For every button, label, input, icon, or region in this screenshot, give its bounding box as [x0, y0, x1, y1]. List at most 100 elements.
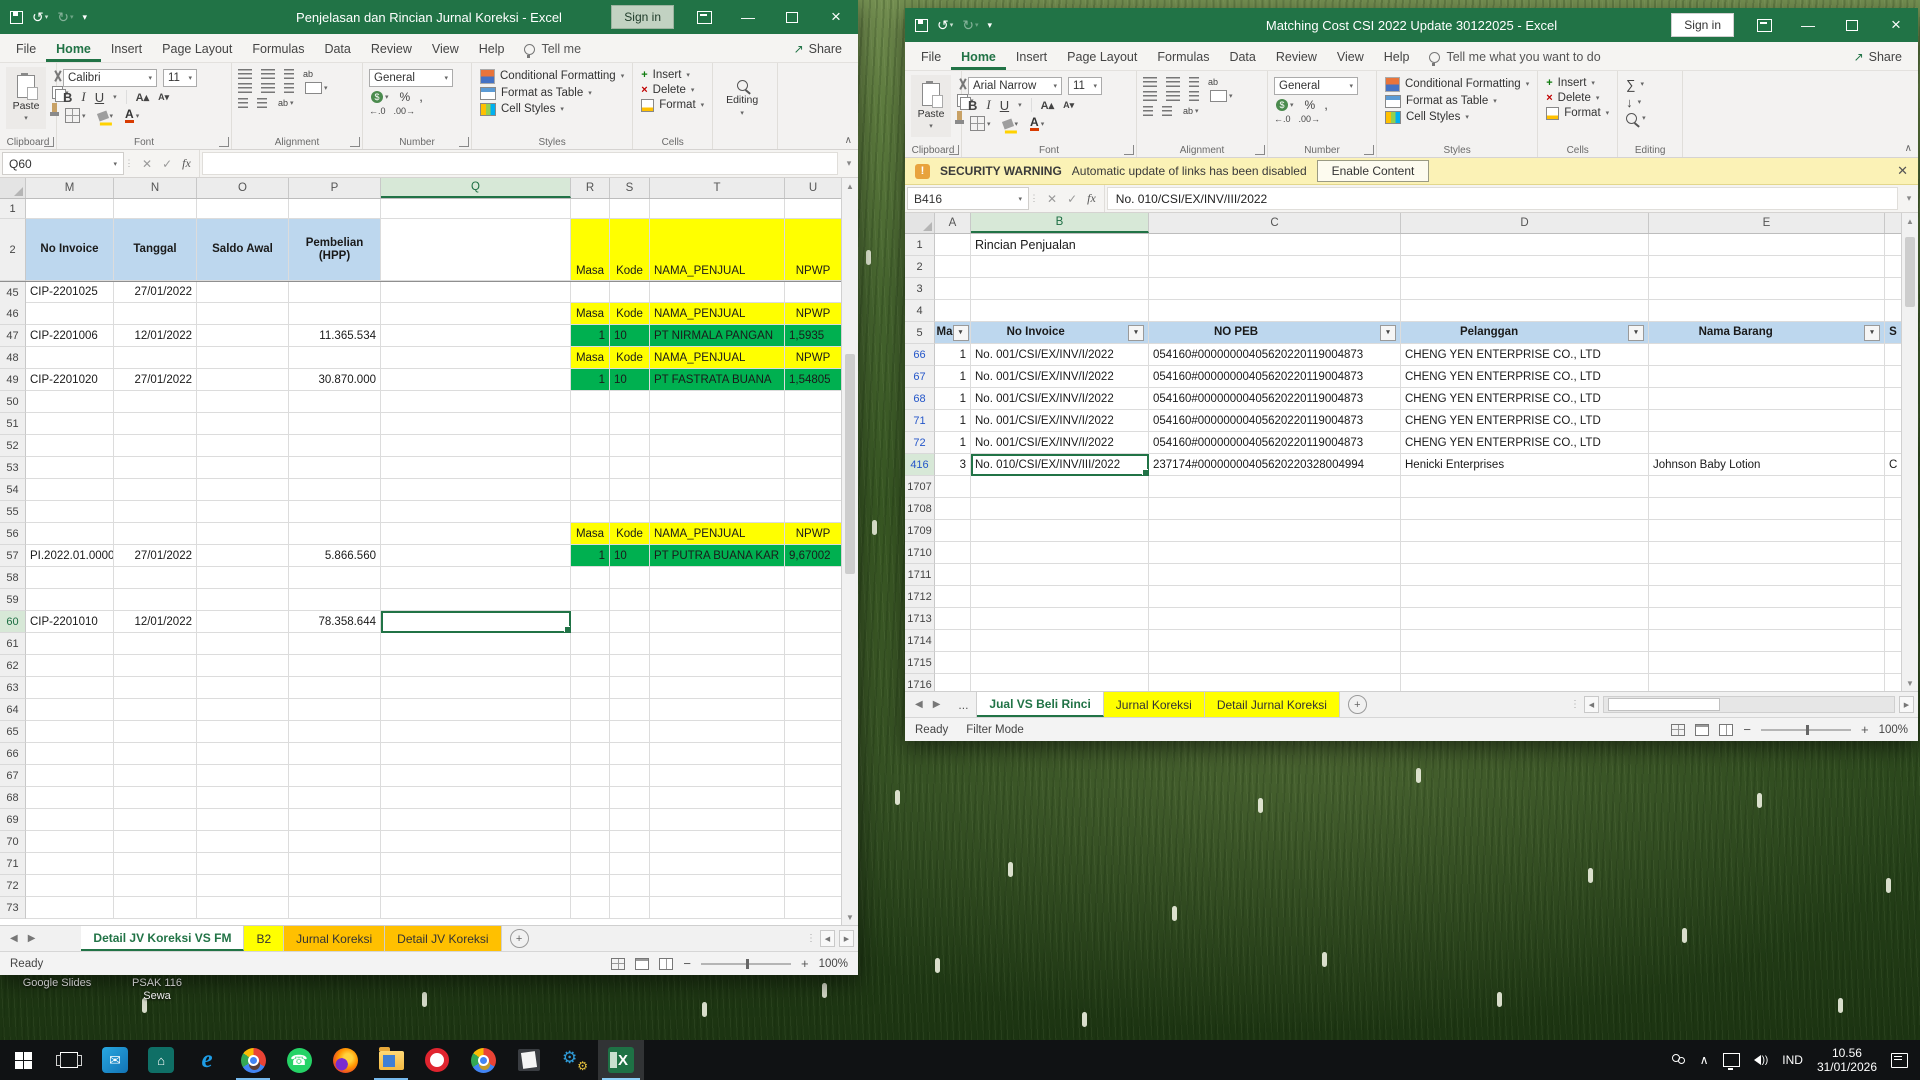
column-header-T[interactable]: T	[650, 178, 785, 198]
row-header-66[interactable]: 66	[0, 743, 26, 765]
zoom-level[interactable]: 100%	[819, 958, 848, 970]
cell[interactable]	[1149, 234, 1401, 256]
taskbar-file-explorer-icon[interactable]	[368, 1040, 414, 1080]
row-header-1[interactable]: 1	[905, 234, 935, 256]
sheet-tab-jurnal-koreksi[interactable]: Jurnal Koreksi	[1103, 692, 1205, 717]
cell[interactable]	[650, 831, 785, 853]
cell[interactable]: CHENG YEN ENTERPRISE CO., LTD	[1401, 388, 1649, 410]
cell[interactable]: 1	[571, 545, 610, 567]
tab-review[interactable]: Review	[1266, 45, 1327, 70]
cell[interactable]	[1401, 256, 1649, 278]
cell[interactable]: C	[1885, 454, 1901, 476]
italic-button[interactable]: I	[81, 89, 85, 105]
undo-button[interactable]: ↺ ▾	[32, 9, 48, 26]
cell[interactable]	[650, 413, 785, 435]
cell[interactable]: Masa	[571, 303, 610, 325]
cell[interactable]	[785, 457, 841, 479]
cell[interactable]	[610, 501, 650, 523]
cell[interactable]	[1401, 234, 1649, 256]
align-right-icon[interactable]	[284, 83, 294, 93]
cell[interactable]	[289, 303, 381, 325]
cell[interactable]: 1	[571, 325, 610, 347]
cell[interactable]	[571, 765, 610, 787]
cell[interactable]	[650, 875, 785, 897]
font-dialog-launcher-icon[interactable]	[219, 137, 229, 147]
cell[interactable]	[785, 479, 841, 501]
cell[interactable]	[197, 787, 289, 809]
cell[interactable]	[935, 256, 971, 278]
taskbar-chrome-alt-icon[interactable]	[460, 1040, 506, 1080]
row-header-60[interactable]: 60	[0, 611, 26, 633]
row-header-1[interactable]: 1	[0, 199, 26, 219]
cell[interactable]	[289, 523, 381, 545]
cell[interactable]: Tanggal	[114, 219, 197, 281]
cell[interactable]	[197, 501, 289, 523]
cell[interactable]	[381, 325, 571, 347]
tab-formulas[interactable]: Formulas	[242, 37, 314, 62]
conditional-formatting-button[interactable]: Conditional Formatting ▾	[478, 67, 626, 85]
cell[interactable]: 10	[610, 545, 650, 567]
column-header-D[interactable]: D	[1401, 213, 1649, 233]
cell[interactable]: 1	[935, 388, 971, 410]
cell[interactable]	[1401, 542, 1649, 564]
percent-style-button[interactable]: %	[400, 90, 411, 104]
cell[interactable]	[935, 586, 971, 608]
sheet-tab-detail-jv-koreksi-vs-fm[interactable]: Detail JV Koreksi VS FM	[81, 926, 245, 951]
cell[interactable]	[785, 199, 841, 219]
cell[interactable]	[571, 721, 610, 743]
cell[interactable]	[289, 347, 381, 369]
cell[interactable]: CIP-2201025	[26, 282, 114, 303]
cell[interactable]	[1401, 278, 1649, 300]
cell[interactable]: 054160#00000000405620220119004873	[1149, 388, 1401, 410]
normal-view-icon[interactable]	[611, 957, 626, 970]
insert-function-icon[interactable]: fx	[1087, 191, 1096, 206]
cell[interactable]: 27/01/2022	[114, 369, 197, 391]
cell[interactable]	[381, 413, 571, 435]
column-header-P[interactable]: P	[289, 178, 381, 198]
cell[interactable]	[197, 435, 289, 457]
cell[interactable]	[26, 831, 114, 853]
cell[interactable]: 1,5935	[785, 325, 841, 347]
cell[interactable]	[650, 633, 785, 655]
cell[interactable]	[571, 611, 610, 633]
language-indicator[interactable]: IND	[1782, 1053, 1803, 1067]
row-header-68[interactable]: 68	[905, 388, 935, 410]
scroll-down-icon[interactable]: ▼	[842, 909, 858, 925]
cell[interactable]: 1	[935, 366, 971, 388]
cell[interactable]	[381, 479, 571, 501]
cell[interactable]	[1401, 476, 1649, 498]
cell[interactable]	[1149, 278, 1401, 300]
filter-dropdown-icon[interactable]: ▾	[1627, 324, 1644, 341]
cell[interactable]	[1149, 674, 1401, 691]
cell[interactable]	[289, 633, 381, 655]
font-color-button[interactable]: A ▾	[1028, 116, 1046, 132]
cell[interactable]	[650, 501, 785, 523]
sheet-nav-left-icon[interactable]: ◀	[10, 933, 18, 944]
cell[interactable]	[1649, 674, 1885, 691]
row-header-47[interactable]: 47	[0, 325, 26, 347]
cell[interactable]	[571, 501, 610, 523]
cell[interactable]	[381, 567, 571, 589]
number-format-select[interactable]: General ▾	[1274, 77, 1358, 95]
cell[interactable]	[289, 199, 381, 219]
redo-button[interactable]: ↻ ▾	[57, 9, 73, 26]
cell[interactable]: Ma ▾	[935, 322, 971, 344]
cell[interactable]	[1649, 256, 1885, 278]
cell[interactable]	[26, 853, 114, 875]
cell[interactable]	[571, 875, 610, 897]
align-middle-icon[interactable]	[1166, 77, 1180, 87]
cell[interactable]: Pelanggan ▾	[1401, 322, 1649, 344]
cell[interactable]	[114, 787, 197, 809]
cell[interactable]	[114, 677, 197, 699]
column-header-M[interactable]: M	[26, 178, 114, 198]
row-header-51[interactable]: 51	[0, 413, 26, 435]
cell[interactable]	[571, 897, 610, 919]
cell[interactable]	[610, 435, 650, 457]
cancel-entry-icon[interactable]: ✕	[1047, 192, 1057, 206]
cell[interactable]	[26, 391, 114, 413]
row-header-52[interactable]: 52	[0, 435, 26, 457]
cell[interactable]: 3	[935, 454, 971, 476]
tab-view[interactable]: View	[422, 37, 469, 62]
cell[interactable]	[785, 875, 841, 897]
cell[interactable]	[571, 677, 610, 699]
